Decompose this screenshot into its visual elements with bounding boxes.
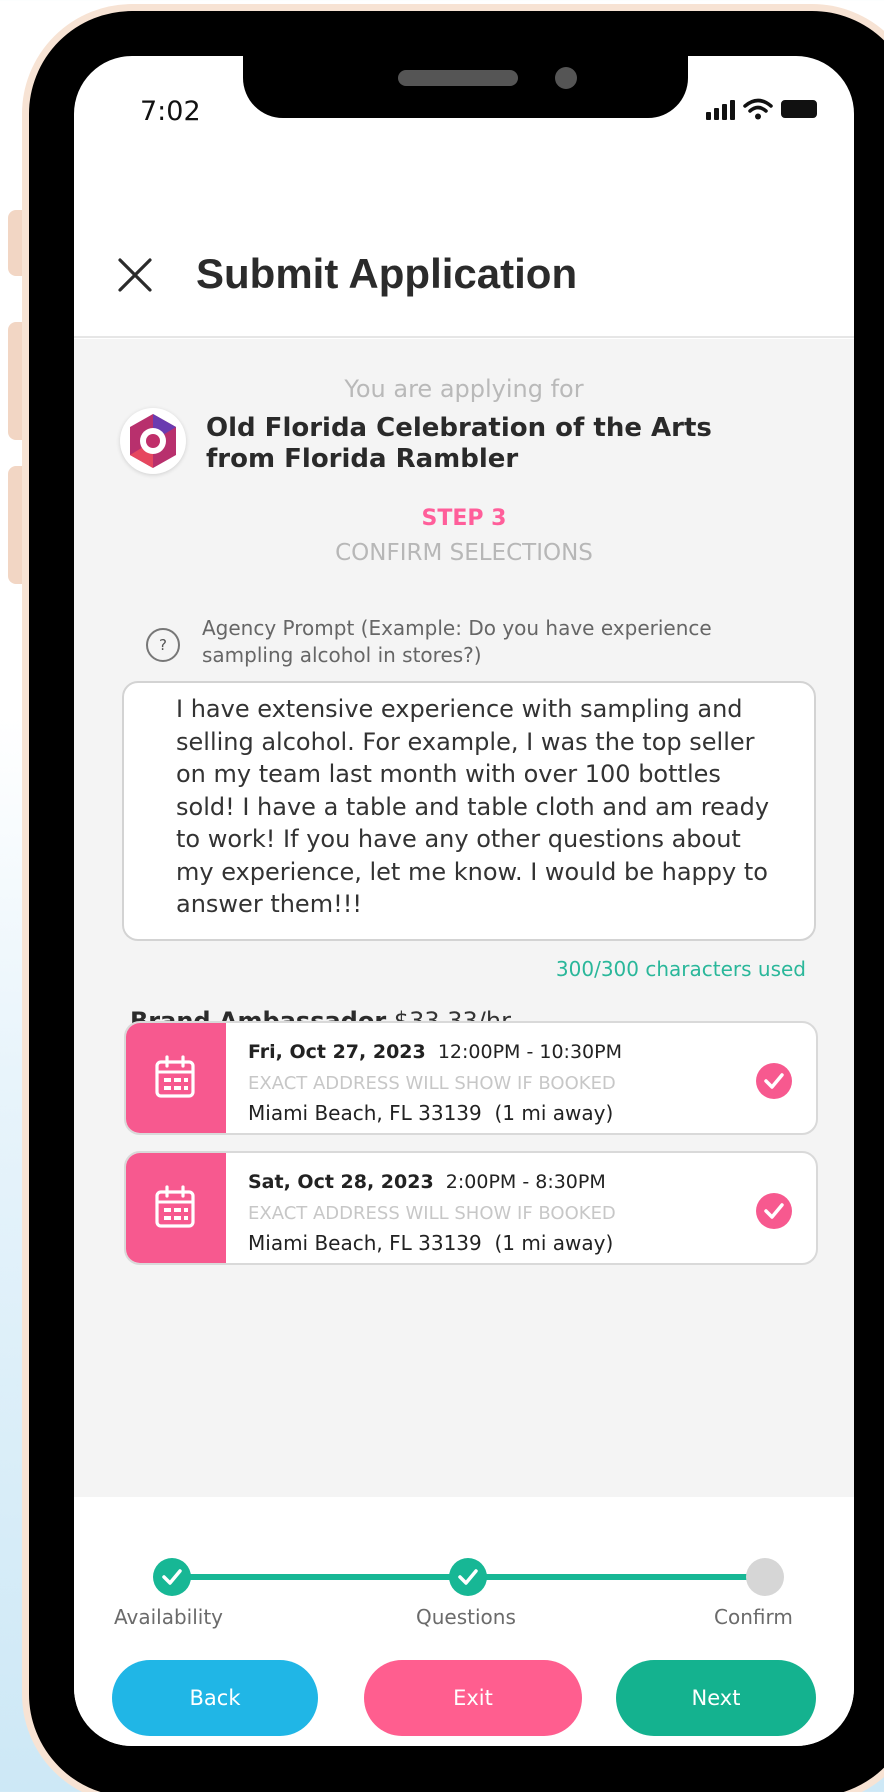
volume-silent-switch: [8, 210, 22, 276]
application-content: You are applying for Old Florida Celebra…: [74, 339, 854, 1497]
shift-card[interactable]: Fri, Oct 27, 2023 12:00PM - 10:30PM EXAC…: [124, 1021, 818, 1135]
shift-card[interactable]: Sat, Oct 28, 2023 2:00PM - 8:30PM EXACT …: [124, 1151, 818, 1265]
status-time: 7:02: [140, 96, 201, 127]
calendar-icon: [155, 1055, 195, 1098]
close-icon[interactable]: [116, 256, 154, 294]
step-title: CONFIRM SELECTIONS: [335, 540, 593, 566]
status-icons: [706, 98, 817, 120]
check-icon[interactable]: [756, 1063, 792, 1099]
shift-address-note: EXACT ADDRESS WILL SHOW IF BOOKED: [248, 1203, 616, 1224]
applying-for-label: You are applying for: [344, 375, 584, 403]
event-title: Old Florida Celebration of the Arts from…: [206, 413, 712, 474]
shift-datetime: Fri, Oct 27, 2023 12:00PM - 10:30PM: [248, 1041, 622, 1063]
question-icon[interactable]: ?: [146, 628, 180, 662]
shift-date: Sat, Oct 28, 2023: [248, 1171, 434, 1193]
step-label: STEP 3: [421, 506, 507, 531]
app-screen: 7:02 Submit Application You are applying…: [74, 56, 854, 1746]
wifi-icon: [743, 98, 773, 120]
shift-datetime: Sat, Oct 28, 2023 2:00PM - 8:30PM: [248, 1171, 606, 1193]
shift-card-accent: [126, 1153, 226, 1263]
character-count: 300/300 characters used: [555, 957, 806, 981]
shift-date: Fri, Oct 27, 2023: [248, 1041, 426, 1063]
event-logo-mark: [130, 414, 176, 468]
header-bar: Submit Application: [74, 176, 854, 338]
shift-location: Miami Beach, FL 33139: [248, 1231, 482, 1255]
page-title: Submit Application: [196, 250, 578, 297]
shift-time: 2:00PM - 8:30PM: [445, 1171, 606, 1193]
signal-icon: [706, 98, 735, 120]
volume-up-button: [8, 322, 22, 440]
event-logo: [120, 408, 186, 474]
agency-prompt: Agency Prompt (Example: Do you have expe…: [202, 616, 712, 667]
exit-button[interactable]: Exit: [364, 1660, 582, 1736]
shift-distance: (1 mi away): [494, 1101, 614, 1125]
shift-location-line: Miami Beach, FL 33139 (1 mi away): [248, 1231, 613, 1255]
front-camera: [555, 67, 577, 89]
speaker-grille: [398, 70, 518, 86]
next-button[interactable]: Next: [616, 1660, 816, 1736]
battery-icon: [781, 100, 817, 118]
shift-location-line: Miami Beach, FL 33139 (1 mi away): [248, 1101, 613, 1125]
shift-location: Miami Beach, FL 33139: [248, 1101, 482, 1125]
back-button[interactable]: Back: [112, 1660, 318, 1736]
phone-notch: [243, 40, 688, 118]
shift-card-accent: [126, 1023, 226, 1133]
volume-down-button: [8, 466, 22, 584]
calendar-icon: [155, 1185, 195, 1228]
shift-address-note: EXACT ADDRESS WILL SHOW IF BOOKED: [248, 1073, 616, 1094]
shift-time: 12:00PM - 10:30PM: [437, 1041, 622, 1063]
prompt-answer-textarea[interactable]: I have extensive experience with samplin…: [122, 681, 816, 941]
check-icon[interactable]: [756, 1193, 792, 1229]
shift-distance: (1 mi away): [494, 1231, 614, 1255]
